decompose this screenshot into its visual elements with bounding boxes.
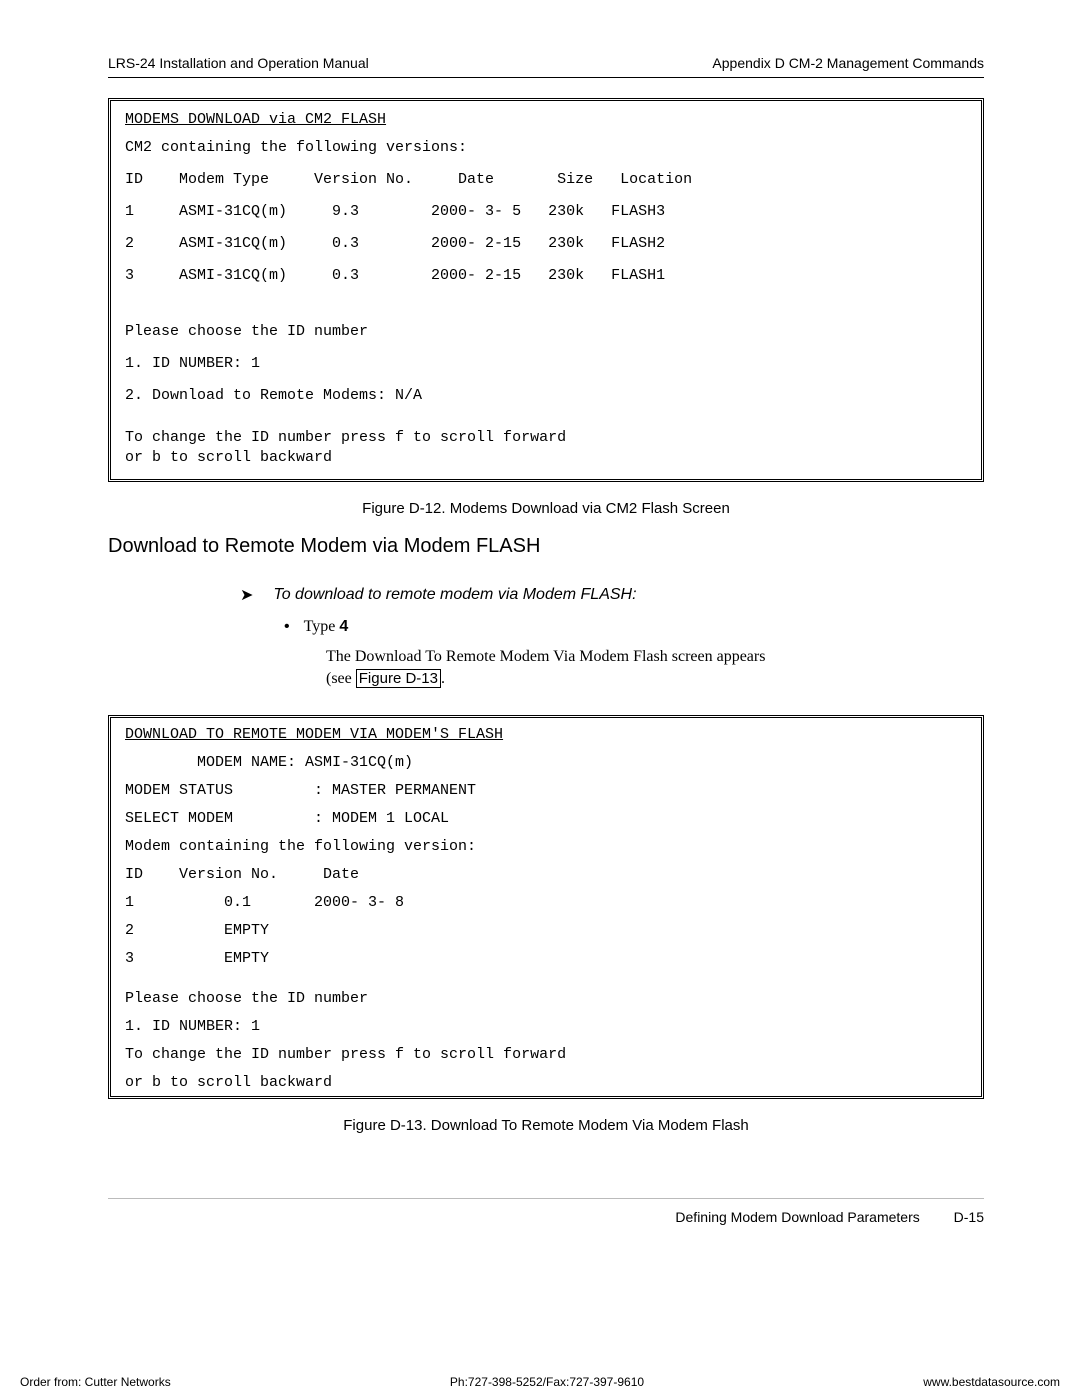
table-row: 2 ASMI-31CQ(m) 0.3 2000- 2-15 230k FLASH… xyxy=(125,235,967,253)
instruction-result: The Download To Remote Modem Via Modem F… xyxy=(326,646,924,689)
screen1-option1: 1. ID NUMBER: 1 xyxy=(125,355,967,373)
footer-mid: Ph:727-398-5252/Fax:727-397-9610 xyxy=(450,1375,644,1389)
table-row: 3 EMPTY xyxy=(125,950,967,968)
screen2-status: MODEM STATUS : MASTER PERMANENT xyxy=(125,782,967,800)
instruction-block: ➤ To download to remote modem via Modem … xyxy=(240,586,984,689)
screen2-help2: or b to scroll backward xyxy=(125,1074,967,1092)
screen1-help1: To change the ID number press f to scrol… xyxy=(125,429,967,447)
result-line2b: . xyxy=(441,670,445,687)
bullet-icon: • xyxy=(284,618,290,636)
footer-right: www.bestdatasource.com xyxy=(923,1375,1060,1389)
table-row: 2 EMPTY xyxy=(125,922,967,940)
screen2-option1: 1. ID NUMBER: 1 xyxy=(125,1018,967,1036)
instruction-step: Type 4 xyxy=(304,618,349,636)
screen1-option2: 2. Download to Remote Modems: N/A xyxy=(125,387,967,405)
screen1-help2: or b to scroll backward xyxy=(125,449,967,467)
page-number: D-15 xyxy=(954,1209,984,1225)
page-header: LRS-24 Installation and Operation Manual… xyxy=(108,55,984,78)
screen2-help1: To change the ID number press f to scrol… xyxy=(125,1046,967,1064)
section-heading: Download to Remote Modem via Modem FLASH xyxy=(108,535,984,558)
arrow-icon: ➤ xyxy=(240,586,253,604)
footer-text: Defining Modem Download Parameters xyxy=(675,1209,919,1225)
document-footer: Order from: Cutter Networks Ph:727-398-5… xyxy=(0,1375,1080,1389)
table-row: 1 0.1 2000- 3- 8 xyxy=(125,894,967,912)
header-right: Appendix D CM-2 Management Commands xyxy=(712,55,984,71)
table-row: 3 ASMI-31CQ(m) 0.3 2000- 2-15 230k FLASH… xyxy=(125,267,967,285)
type-key: 4 xyxy=(339,618,348,635)
screen2-title: DOWNLOAD TO REMOTE MODEM VIA MODEM'S FLA… xyxy=(125,726,967,744)
result-line1: The Download To Remote Modem Via Modem F… xyxy=(326,648,765,665)
table-row: 1 ASMI-31CQ(m) 9.3 2000- 3- 5 230k FLASH… xyxy=(125,203,967,221)
figure-caption-d12: Figure D-12. Modems Download via CM2 Fla… xyxy=(108,500,984,517)
screen1-subtitle: CM2 containing the following versions: xyxy=(125,139,967,157)
screen1-prompt: Please choose the ID number xyxy=(125,323,967,341)
terminal-screen-modem-flash: DOWNLOAD TO REMOTE MODEM VIA MODEM'S FLA… xyxy=(108,715,984,1099)
footer-left: Order from: Cutter Networks xyxy=(20,1375,171,1389)
page-footer: Defining Modem Download Parameters D-15 xyxy=(108,1198,984,1225)
instruction-lead: To download to remote modem via Modem FL… xyxy=(273,586,636,604)
screen2-prompt: Please choose the ID number xyxy=(125,990,967,1008)
screen2-select: SELECT MODEM : MODEM 1 LOCAL xyxy=(125,810,967,828)
terminal-screen-cm2-flash: MODEMS DOWNLOAD via CM2 FLASH CM2 contai… xyxy=(108,98,984,482)
type-label: Type xyxy=(304,618,340,635)
figure-caption-d13: Figure D-13. Download To Remote Modem Vi… xyxy=(108,1117,984,1134)
screen2-subtitle: Modem containing the following version: xyxy=(125,838,967,856)
result-line2a: (see xyxy=(326,670,356,687)
screen1-columns: ID Modem Type Version No. Date Size Loca… xyxy=(125,171,967,189)
screen1-title: MODEMS DOWNLOAD via CM2 FLASH xyxy=(125,111,967,129)
header-left: LRS-24 Installation and Operation Manual xyxy=(108,55,369,71)
screen2-columns: ID Version No. Date xyxy=(125,866,967,884)
figure-link-d13[interactable]: Figure D-13 xyxy=(356,669,441,688)
screen2-modem-name: MODEM NAME: ASMI-31CQ(m) xyxy=(125,754,967,772)
